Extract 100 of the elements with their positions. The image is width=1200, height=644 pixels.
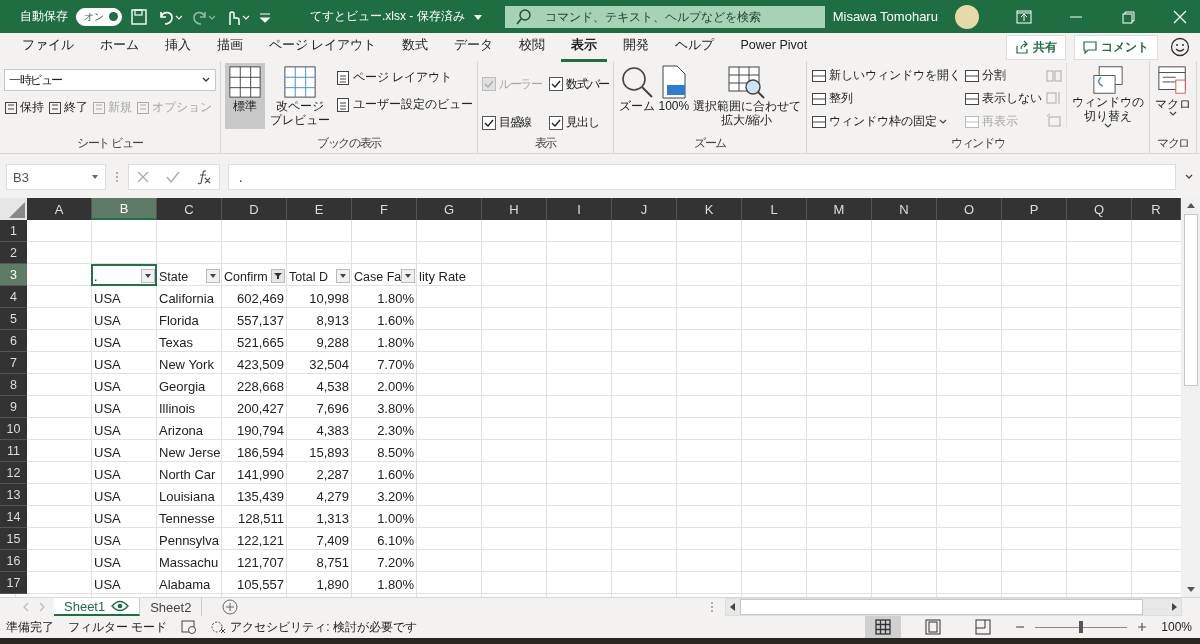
- column-header[interactable]: L: [742, 198, 807, 220]
- checkbox[interactable]: [549, 115, 564, 130]
- row-header[interactable]: 2: [0, 242, 27, 264]
- checkbox[interactable]: [482, 115, 496, 130]
- row-header[interactable]: 7: [0, 352, 27, 374]
- zoom-in-icon[interactable]: [1137, 622, 1148, 632]
- window-button[interactable]: 表示しない: [963, 90, 1042, 107]
- vertical-scrollbar[interactable]: [1181, 198, 1200, 597]
- view-mode-button[interactable]: [865, 616, 902, 638]
- zoom-button[interactable]: 100%: [655, 63, 692, 113]
- row-header[interactable]: 9: [0, 396, 27, 418]
- window-button[interactable]: 新しいウィンドウを開く: [810, 67, 961, 84]
- row-header[interactable]: 1: [0, 220, 27, 242]
- row-header[interactable]: 15: [0, 528, 27, 550]
- scroll-up-icon[interactable]: [1185, 202, 1196, 210]
- save-icon[interactable]: [130, 7, 148, 26]
- menu-tab[interactable]: ページ レイアウト: [259, 32, 387, 62]
- row-header[interactable]: 16: [0, 550, 27, 572]
- avatar-icon[interactable]: [953, 3, 980, 30]
- zoom-button[interactable]: ズーム: [617, 63, 656, 113]
- horizontal-scrollbar[interactable]: [725, 598, 1182, 616]
- menu-tab[interactable]: 数式: [392, 32, 439, 62]
- menu-tab[interactable]: 描画: [207, 32, 253, 62]
- row-header[interactable]: 10: [0, 418, 27, 440]
- column-header[interactable]: A: [27, 198, 92, 220]
- window-button[interactable]: 整列: [810, 90, 961, 107]
- search-field[interactable]: コマンド、テキスト、ヘルプなどを検索: [504, 5, 825, 28]
- smiley-icon[interactable]: [1170, 37, 1190, 57]
- row-header[interactable]: 11: [0, 440, 27, 462]
- row-header[interactable]: 14: [0, 506, 27, 528]
- menu-tab[interactable]: ファイル: [12, 32, 84, 62]
- zoom-button[interactable]: 選択範囲に合わせて 拡大/縮小: [691, 63, 802, 127]
- row-header[interactable]: 12: [0, 462, 27, 484]
- column-header[interactable]: F: [352, 198, 417, 220]
- view-button[interactable]: 標準: [225, 63, 265, 129]
- column-header[interactable]: I: [547, 198, 612, 220]
- share-button[interactable]: 共有: [1006, 34, 1066, 60]
- select-all-icon[interactable]: [9, 202, 25, 218]
- checkbox-label[interactable]: 目盛線: [499, 114, 531, 132]
- menu-tab[interactable]: 表示: [561, 32, 608, 62]
- menu-tab[interactable]: ヘルプ: [665, 32, 725, 62]
- row-header[interactable]: 4: [0, 286, 27, 308]
- filter-button[interactable]: [206, 269, 220, 283]
- row-header[interactable]: 3: [0, 264, 27, 286]
- window-button[interactable]: 分割: [963, 67, 1042, 84]
- column-header[interactable]: N: [872, 198, 937, 220]
- row-header[interactable]: 8: [0, 374, 27, 396]
- sheet-tab[interactable]: Sheet2: [140, 598, 203, 616]
- ribbon-display-icon[interactable]: [1015, 9, 1032, 24]
- checkbox-label[interactable]: 数式バー: [566, 75, 609, 93]
- zoom-level[interactable]: 100%: [1161, 620, 1192, 634]
- restore-icon[interactable]: [1119, 9, 1136, 24]
- column-header[interactable]: O: [937, 198, 1002, 220]
- close-icon[interactable]: [1171, 9, 1188, 24]
- row-header[interactable]: 17: [0, 572, 27, 594]
- row-header[interactable]: 6: [0, 330, 27, 352]
- column-header[interactable]: D: [222, 198, 287, 220]
- menu-tab[interactable]: Power Pivot: [730, 34, 818, 60]
- formula-field[interactable]: .: [228, 164, 1176, 190]
- scroll-down-icon[interactable]: [1185, 585, 1196, 593]
- caret-icon[interactable]: [472, 12, 483, 21]
- filter-button[interactable]: [336, 269, 350, 283]
- autosave-toggle[interactable]: オン: [76, 7, 122, 26]
- drag-handle-icon[interactable]: [114, 170, 120, 184]
- expand-formula-icon[interactable]: [1184, 173, 1194, 181]
- macro-button[interactable]: マクロ: [1153, 63, 1192, 117]
- column-header[interactable]: C: [157, 198, 222, 220]
- sheet-view-dropdown[interactable]: 一時ビュー: [4, 69, 216, 91]
- column-header[interactable]: E: [287, 198, 352, 220]
- sheet-view-button[interactable]: 保持: [4, 99, 44, 116]
- column-header[interactable]: R: [1132, 198, 1181, 220]
- view-option-button[interactable]: ユーザー設定のビュー: [335, 96, 473, 113]
- column-header[interactable]: J: [612, 198, 677, 220]
- filter-button[interactable]: [271, 269, 285, 283]
- checkbox-label[interactable]: 見出し: [566, 114, 599, 132]
- filter-button[interactable]: [141, 269, 155, 283]
- name-box[interactable]: B3: [6, 164, 106, 190]
- row-header[interactable]: 13: [0, 484, 27, 506]
- macro-record-icon[interactable]: [181, 620, 198, 634]
- function-icon[interactable]: [195, 169, 212, 185]
- row-header[interactable]: 5: [0, 308, 27, 330]
- accessibility-status[interactable]: アクセシビリティ: 検討が必要です: [211, 618, 417, 636]
- column-header[interactable]: G: [417, 198, 482, 220]
- view-option-button[interactable]: ページ レイアウト: [335, 69, 473, 86]
- menu-tab[interactable]: 校閲: [509, 32, 556, 62]
- view-button[interactable]: 改ページ プレビュー: [267, 63, 333, 129]
- column-header[interactable]: K: [677, 198, 742, 220]
- comment-button[interactable]: コメント: [1074, 34, 1158, 60]
- checkbox[interactable]: [549, 77, 564, 92]
- column-header[interactable]: B: [92, 198, 157, 220]
- column-header[interactable]: Q: [1067, 198, 1132, 220]
- menu-tab[interactable]: ホーム: [90, 32, 149, 62]
- user-name[interactable]: Misawa Tomoharu: [832, 9, 938, 24]
- window-button[interactable]: ウィンドウ枠の固定: [810, 113, 961, 130]
- file-title[interactable]: てすとビュー.xlsx - 保存済み: [310, 8, 465, 25]
- menu-tab[interactable]: 開発: [613, 32, 660, 62]
- sheet-tab[interactable]: Sheet1: [54, 598, 141, 616]
- column-header[interactable]: M: [807, 198, 872, 220]
- menu-tab[interactable]: データ: [444, 32, 504, 62]
- sheet-view-button[interactable]: 終了: [48, 99, 88, 116]
